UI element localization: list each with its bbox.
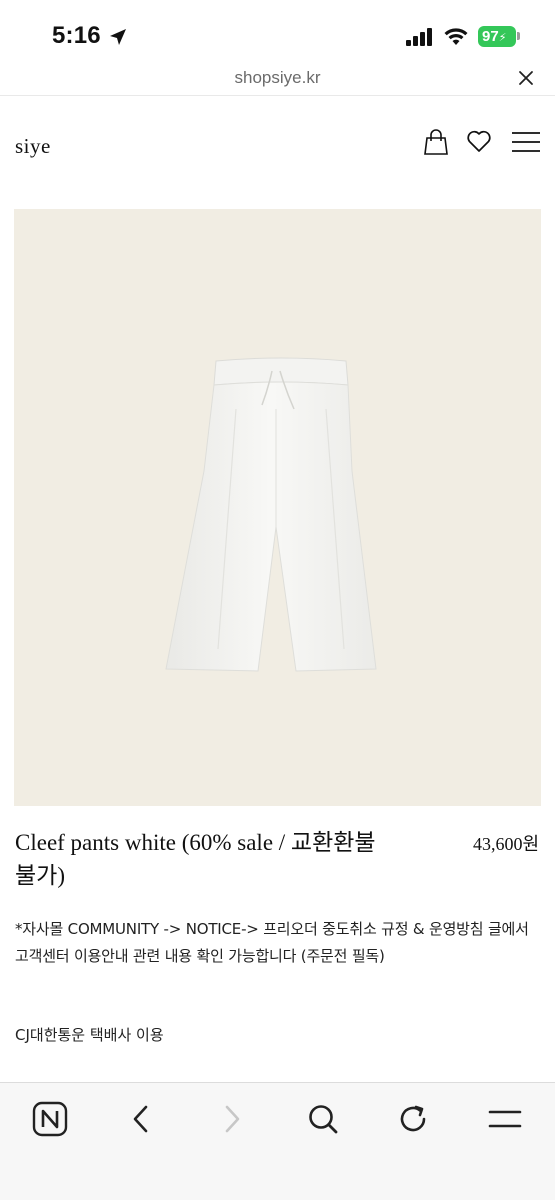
shipping-info: CJ대한통운 택배사 이용: [15, 1026, 164, 1044]
site-header: siye: [0, 96, 555, 196]
product-title: Cleef pants white (60% sale / 교환환불불가): [15, 830, 376, 888]
heart-icon[interactable]: [466, 128, 492, 154]
cellular-signal-icon: [406, 28, 432, 46]
battery-tip: [517, 32, 520, 40]
shopping-bag-icon[interactable]: [423, 128, 449, 156]
battery-level: 97: [482, 28, 499, 45]
browser-toolbar: [0, 1082, 555, 1200]
back-icon[interactable]: [121, 1099, 161, 1139]
close-icon[interactable]: [517, 69, 535, 87]
url-text[interactable]: shopsiye.kr: [0, 68, 555, 88]
menu-icon[interactable]: [485, 1099, 525, 1139]
location-arrow-icon: [110, 29, 126, 45]
search-icon[interactable]: [303, 1099, 343, 1139]
naver-icon[interactable]: [30, 1099, 70, 1139]
product-price: 43,600원: [472, 834, 539, 854]
site-logo[interactable]: siye: [15, 134, 51, 159]
browser-url-bar[interactable]: shopsiye.kr: [0, 62, 555, 96]
forward-icon[interactable]: [212, 1099, 252, 1139]
status-bar: 5:16 97⚡: [0, 0, 555, 62]
wifi-icon: [444, 28, 468, 45]
reload-icon[interactable]: [394, 1099, 434, 1139]
product-notice: *자사몰 COMMUNITY -> NOTICE-> 프리오더 중도취소 규정 …: [15, 920, 529, 965]
white-pants-photo: [165, 357, 377, 672]
menu-icon[interactable]: [511, 131, 541, 153]
product-image[interactable]: [14, 209, 541, 806]
battery-icon: 97⚡: [478, 26, 516, 47]
status-time: 5:16: [52, 22, 101, 49]
